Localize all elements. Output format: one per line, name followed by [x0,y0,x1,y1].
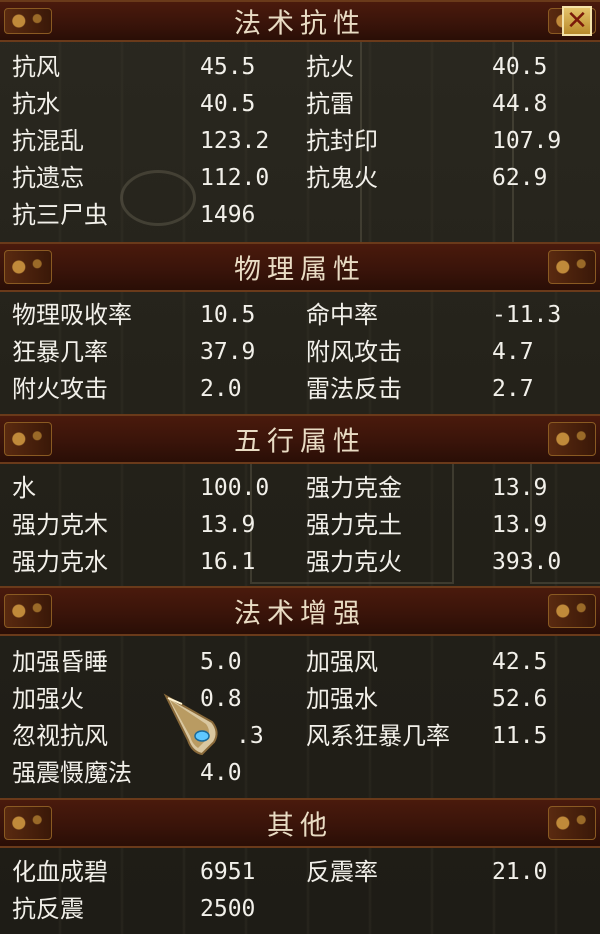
section-title: 法术增强 [234,598,366,630]
attr-label: 抗风 [12,53,60,81]
table-row: 抗遗忘 112.0 抗鬼火 62.9 [0,160,600,197]
attr-label: 附风攻击 [306,338,402,366]
section-header-spell-enhance: 法术增强 [0,586,600,636]
attr-value: 13.9 [492,475,548,501]
attr-value: 16.1 [200,549,256,575]
table-row: 强力克水 16.1 强力克火 393.0 [0,544,600,581]
attr-label: 抗雷 [306,90,354,118]
attribute-panel: 法术抗性 ✕ 抗风 45.5 抗火 40.5 抗水 40.5 抗雷 44.8 抗… [0,0,600,934]
attr-value: 52.6 [492,686,548,712]
attr-value: 40.5 [200,91,256,117]
section-header-five-elements: 五行属性 [0,414,600,464]
section-title: 其他 [267,810,333,842]
attr-value: 21.0 [492,859,548,885]
section-header-physical: 物理属性 [0,242,600,292]
close-icon: ✕ [566,6,588,36]
table-row: 抗风 45.5 抗火 40.5 [0,49,600,86]
attr-value: 62.9 [492,165,548,191]
attr-label: 命中率 [306,301,378,329]
table-row: 抗三尸虫 1496 [0,197,600,234]
attr-label: 强力克金 [306,474,402,502]
section-title: 五行属性 [234,426,366,458]
attr-value: 4.7 [492,339,534,365]
table-row: 加强昏睡 5.0 加强风 42.5 [0,644,600,681]
attr-label: 风系狂暴几率 [306,722,450,750]
attr-value: 42.5 [492,649,548,675]
attr-value: 5.0 [200,649,242,675]
attr-value: -11.3 [492,302,562,328]
attr-label: 抗封印 [306,127,378,155]
table-row: 附火攻击 2.0 雷法反击 2.7 [0,371,600,408]
attr-label: 抗反震 [12,895,84,923]
attr-value: 2500 [200,896,256,922]
section-header-resistance: 法术抗性 [0,0,600,42]
table-row: 狂暴几率 37.9 附风攻击 4.7 [0,334,600,371]
attr-value: 6951 [200,859,256,885]
section-title: 法术抗性 [234,8,366,40]
attr-label: 抗鬼火 [306,164,378,192]
attr-value: 45.5 [200,54,256,80]
section-title: 物理属性 [234,254,366,286]
attr-label: 抗三尸虫 [12,201,108,229]
attr-label: 抗遗忘 [12,164,84,192]
attr-label: 强震慑魔法 [12,759,132,787]
attr-label: 水 [12,474,36,502]
section-header-other: 其他 [0,798,600,848]
table-row: 化血成碧 6951 反震率 21.0 [0,854,600,891]
attr-label: 狂暴几率 [12,338,108,366]
attr-value: 393.0 [492,549,562,575]
attr-value: 10.5 [200,302,256,328]
attr-value: 107.9 [492,128,562,154]
attr-value: .3 [236,723,264,749]
attr-label: 附火攻击 [12,375,108,403]
attr-label: 抗混乱 [12,127,84,155]
game-cursor-icon [163,693,218,756]
table-row: 抗混乱 123.2 抗封印 107.9 [0,123,600,160]
attr-value: 13.9 [200,512,256,538]
table-row: 强力克木 13.9 强力克土 13.9 [0,507,600,544]
table-row: 抗反震 2500 [0,891,600,928]
attr-value: 1496 [200,202,256,228]
close-button[interactable]: ✕ [562,6,592,36]
attr-value: 40.5 [492,54,548,80]
attr-value: 123.2 [200,128,270,154]
attr-label: 加强风 [306,648,378,676]
attr-label: 加强昏睡 [12,648,108,676]
attr-label: 反震率 [306,858,378,886]
attr-value: 13.9 [492,512,548,538]
attr-value: 112.0 [200,165,270,191]
attr-label: 物理吸收率 [12,301,132,329]
attr-value: 2.0 [200,376,242,402]
attr-value: 2.7 [492,376,534,402]
table-row: 水 100.0 强力克金 13.9 [0,470,600,507]
attr-label: 强力克土 [306,511,402,539]
attr-label: 抗火 [306,53,354,81]
attr-value: 11.5 [492,723,548,749]
table-row: 加强火 0.8 加强水 52.6 [0,681,600,718]
attr-label: 强力克水 [12,548,108,576]
attr-value: 44.8 [492,91,548,117]
table-row: 抗水 40.5 抗雷 44.8 [0,86,600,123]
attr-label: 抗水 [12,90,60,118]
attr-value: 100.0 [200,475,270,501]
table-row: 忽视抗风 .3 风系狂暴几率 11.5 [0,718,600,755]
attr-label: 化血成碧 [12,858,108,886]
attr-label: 加强火 [12,685,84,713]
attr-label: 强力克木 [12,511,108,539]
attr-value: 37.9 [200,339,256,365]
attr-label: 忽视抗风 [12,722,108,750]
attr-label: 强力克火 [306,548,402,576]
attr-label: 加强水 [306,685,378,713]
table-row: 物理吸收率 10.5 命中率 -11.3 [0,297,600,334]
table-row: 强震慑魔法 4.0 [0,755,600,792]
attr-label: 雷法反击 [306,375,402,403]
